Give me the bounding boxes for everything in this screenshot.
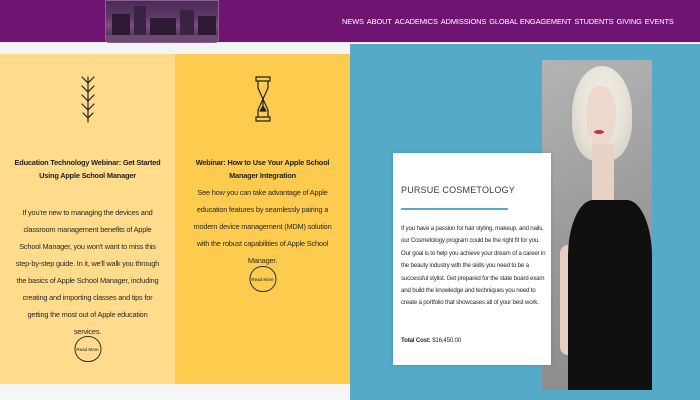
model-photo [542,60,652,390]
read-more-button[interactable]: Read More [249,266,276,292]
hourglass-icon [254,76,271,122]
total-cost: Total Cost: $16,450.00 [401,337,461,344]
building-shape [150,18,176,36]
nav-admissions[interactable]: ADMISSIONS [441,17,487,26]
card-description: See how you can take advantage of Apple … [193,188,332,265]
card-title: Education Technology Webinar: Get Starte… [14,158,161,180]
campus-logo-image[interactable] [105,0,219,43]
site-header: NEWS ABOUT ACADEMICS ADMISSIONS GLOBAL E… [0,0,700,43]
lips-shape [594,130,604,134]
feature-heading: PURSUE COSMETOLOGY [401,185,515,195]
nav-events[interactable]: EVENTS [645,17,674,26]
face-shape [586,86,616,146]
nav-global-engagement[interactable]: GLOBAL ENGAGEMENT [489,17,571,26]
ground-shape [106,35,218,42]
pursue-cosmetology-card: PURSUE COSMETOLOGY If you have a passion… [393,153,551,365]
webinar-card-1: Education Technology Webinar: Get Starte… [0,54,175,384]
cost-value: $16,450.00 [432,337,462,344]
building-shape [180,10,194,36]
nav-giving[interactable]: GIVING [616,17,641,26]
bottom-strip [0,384,350,400]
building-shape [112,14,130,36]
nav-students[interactable]: STUDENTS [574,17,613,26]
building-shape [134,6,146,36]
nav-news[interactable]: NEWS [342,17,364,26]
read-more-button[interactable]: Read More [74,336,101,362]
main-nav: NEWS ABOUT ACADEMICS ADMISSIONS GLOBAL E… [342,15,674,27]
cost-label: Total Cost: [401,337,431,344]
nav-about[interactable]: ABOUT [367,17,392,26]
card-title: Webinar: How to Use Your Apple School Ma… [195,158,330,180]
building-shape [198,16,216,36]
nav-academics[interactable]: ACADEMICS [395,17,438,26]
black-top-shape [568,200,652,390]
feature-body: If you have a passion for hair styling, … [401,225,546,307]
heading-underline [401,208,508,210]
card-description: If you're new to managing the devices an… [15,208,160,336]
feather-arrow-icon [80,76,95,123]
webinar-card-2: Webinar: How to Use Your Apple School Ma… [175,54,350,384]
